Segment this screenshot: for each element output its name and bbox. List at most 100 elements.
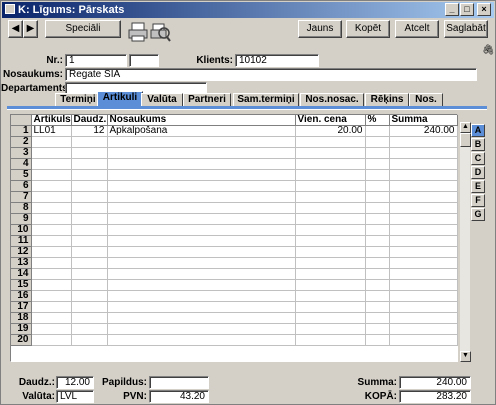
cell-percent[interactable]	[365, 136, 390, 148]
cell-sum[interactable]	[389, 191, 458, 203]
tab-currency[interactable]: Valūta	[141, 93, 183, 107]
nr-field[interactable]: 1	[65, 54, 127, 67]
cell-quantity[interactable]	[71, 279, 108, 291]
cell-name[interactable]	[107, 235, 296, 247]
cell-percent[interactable]	[365, 290, 390, 302]
row-number[interactable]: 3	[11, 147, 32, 159]
table-row[interactable]: 18	[11, 312, 458, 324]
tab-partners[interactable]: Partneri	[183, 93, 231, 107]
scroll-down-icon[interactable]: ▼	[460, 351, 471, 362]
cell-unit-price[interactable]	[295, 290, 366, 302]
row-number[interactable]: 9	[11, 213, 32, 225]
cell-quantity[interactable]	[71, 136, 108, 148]
cell-percent[interactable]	[365, 213, 390, 225]
new-button[interactable]: Jauns	[298, 20, 342, 38]
cell-sum[interactable]	[389, 268, 458, 280]
cell-article[interactable]	[31, 191, 72, 203]
cell-quantity[interactable]	[71, 224, 108, 236]
row-number[interactable]: 7	[11, 191, 32, 203]
cell-article[interactable]	[31, 136, 72, 148]
close-button[interactable]: ×	[477, 3, 491, 16]
cell-article[interactable]	[31, 323, 72, 335]
cell-percent[interactable]	[365, 147, 390, 159]
table-row[interactable]: 14	[11, 268, 458, 280]
table-scrollbar[interactable]: ▲ ▼	[459, 122, 471, 362]
cell-quantity[interactable]	[71, 158, 108, 170]
cell-article[interactable]	[31, 246, 72, 258]
cell-name[interactable]	[107, 147, 296, 159]
name-field[interactable]: Regate SIA	[65, 68, 477, 81]
cell-unit-price[interactable]	[295, 334, 366, 346]
row-number[interactable]: 6	[11, 180, 32, 192]
cell-sum[interactable]	[389, 180, 458, 192]
tab-payment-terms[interactable]: Sam.termiņi	[233, 93, 299, 107]
column-header-name[interactable]: Nosaukums	[107, 115, 296, 126]
table-row[interactable]: 5	[11, 169, 458, 181]
cell-article[interactable]	[31, 334, 72, 346]
row-number[interactable]: 4	[11, 158, 32, 170]
row-number[interactable]: 5	[11, 169, 32, 181]
cell-quantity[interactable]: 12	[71, 125, 108, 137]
cell-percent[interactable]	[365, 191, 390, 203]
cell-quantity[interactable]	[71, 147, 108, 159]
cell-name[interactable]	[107, 213, 296, 225]
row-number[interactable]: 1	[11, 125, 32, 137]
row-number[interactable]: 15	[11, 279, 32, 291]
cell-article[interactable]: LL01	[31, 125, 72, 137]
cell-sum[interactable]	[389, 224, 458, 236]
row-number[interactable]: 2	[11, 136, 32, 148]
cell-name[interactable]	[107, 246, 296, 258]
cell-article[interactable]	[31, 268, 72, 280]
table-row[interactable]: 7	[11, 191, 458, 203]
tab-terms[interactable]: Termiņi	[55, 93, 101, 107]
column-header-unit-price[interactable]: Vien. cena	[295, 115, 366, 126]
tab-delivery-conditions[interactable]: Nos.nosac.	[300, 93, 364, 107]
cell-article[interactable]	[31, 224, 72, 236]
row-number[interactable]: 14	[11, 268, 32, 280]
cell-sum[interactable]	[389, 169, 458, 181]
side-tab-e[interactable]: E	[471, 180, 485, 193]
cell-unit-price[interactable]	[295, 158, 366, 170]
cell-percent[interactable]	[365, 224, 390, 236]
cell-percent[interactable]	[365, 301, 390, 313]
cell-article[interactable]	[31, 202, 72, 214]
side-tab-a[interactable]: A	[471, 124, 485, 137]
cell-article[interactable]	[31, 301, 72, 313]
print-preview-icon[interactable]	[149, 21, 171, 43]
attachment-icon[interactable]: 🖇	[482, 45, 495, 56]
tab-invoice[interactable]: Rēķins	[365, 93, 409, 107]
cell-unit-price[interactable]	[295, 202, 366, 214]
cell-sum[interactable]: 240.00	[389, 125, 458, 137]
cancel-button[interactable]: Atcelt	[395, 20, 439, 38]
cell-sum[interactable]	[389, 158, 458, 170]
cell-unit-price[interactable]	[295, 235, 366, 247]
column-header-article[interactable]: Artikuls	[31, 115, 72, 126]
table-row[interactable]: 6	[11, 180, 458, 192]
cell-article[interactable]	[31, 235, 72, 247]
cell-name[interactable]	[107, 202, 296, 214]
cell-percent[interactable]	[365, 257, 390, 269]
cell-percent[interactable]	[365, 312, 390, 324]
cell-unit-price[interactable]	[295, 301, 366, 313]
cell-sum[interactable]	[389, 279, 458, 291]
cell-quantity[interactable]	[71, 323, 108, 335]
side-tab-g[interactable]: G	[471, 208, 485, 221]
cell-name[interactable]	[107, 224, 296, 236]
cell-unit-price[interactable]	[295, 169, 366, 181]
table-row[interactable]: 16	[11, 290, 458, 302]
tab-nos[interactable]: Nos.	[409, 93, 443, 107]
cell-name[interactable]	[107, 191, 296, 203]
table-row[interactable]: 3	[11, 147, 458, 159]
cell-article[interactable]	[31, 257, 72, 269]
cell-unit-price[interactable]	[295, 268, 366, 280]
row-number[interactable]: 13	[11, 257, 32, 269]
cell-quantity[interactable]	[71, 312, 108, 324]
row-number[interactable]: 10	[11, 224, 32, 236]
cell-unit-price[interactable]	[295, 180, 366, 192]
nr-extra-field[interactable]	[129, 54, 159, 67]
previous-record-button[interactable]: ◀	[8, 20, 23, 38]
cell-quantity[interactable]	[71, 257, 108, 269]
cell-article[interactable]	[31, 180, 72, 192]
cell-name[interactable]	[107, 158, 296, 170]
cell-sum[interactable]	[389, 301, 458, 313]
